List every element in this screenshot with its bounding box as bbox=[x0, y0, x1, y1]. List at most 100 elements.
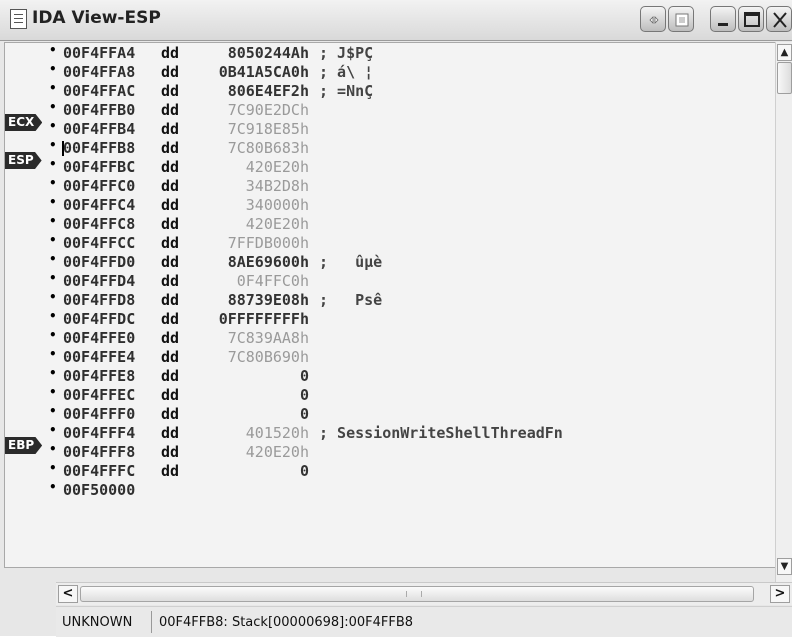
row-value: 0 bbox=[299, 386, 309, 404]
row-address: 00F4FFDC bbox=[63, 310, 136, 328]
listing-row[interactable]: • 00F4FFE0 dd 7C839AA8h bbox=[5, 328, 775, 348]
row-directive: dd bbox=[161, 291, 180, 309]
row-comment: ; J$PÇ bbox=[319, 44, 374, 62]
row-address: 00F4FFC8 bbox=[63, 215, 136, 233]
row-value: 7C839AA8h bbox=[227, 329, 309, 347]
row-address: 00F4FFF4 bbox=[63, 424, 136, 442]
listing-row[interactable]: • 00F4FFB4 dd 7C918E85h bbox=[5, 119, 775, 139]
row-value: 0 bbox=[299, 462, 309, 480]
listing-row[interactable]: • 00F4FFC0 dd 34B2D8h bbox=[5, 176, 775, 196]
listing-row[interactable]: • 00F4FFD4 dd 0F4FFC0h bbox=[5, 271, 775, 291]
line-bullet-icon: • bbox=[49, 404, 57, 418]
listing-row[interactable]: • 00F4FFA8 dd 0B41A5CA0h ; á\ ¦ bbox=[5, 62, 775, 82]
row-value: 7C918E85h bbox=[227, 120, 309, 138]
line-bullet-icon: • bbox=[49, 176, 57, 190]
minimize-icon[interactable] bbox=[710, 6, 736, 32]
row-directive: dd bbox=[161, 101, 180, 119]
listing-row[interactable]: • 00F4FFC8 dd 420E20h bbox=[5, 214, 775, 234]
row-directive: dd bbox=[161, 329, 180, 347]
line-bullet-icon: • bbox=[49, 480, 57, 494]
scroll-up-button[interactable]: ▲ bbox=[777, 44, 792, 61]
row-address: 00F4FFBC bbox=[63, 158, 136, 176]
listing-row[interactable]: • 00F4FFAC dd 806E4EF2h ; =NnÇ bbox=[5, 81, 775, 101]
line-bullet-icon: • bbox=[49, 309, 57, 323]
ebp-register-marker: EBP bbox=[5, 437, 43, 454]
line-bullet-icon: • bbox=[49, 423, 57, 437]
line-bullet-icon: • bbox=[49, 442, 57, 456]
line-bullet-icon: • bbox=[49, 461, 57, 475]
vertical-scrollbar[interactable]: ▲ ▼ bbox=[775, 42, 792, 588]
row-directive: dd bbox=[161, 234, 180, 252]
listing-row[interactable]: • 00F4FFCC dd 7FFDB000h bbox=[5, 233, 775, 253]
row-address: 00F4FFE4 bbox=[63, 348, 136, 366]
row-directive: dd bbox=[161, 158, 180, 176]
navigate-icon[interactable] bbox=[640, 6, 666, 32]
horizontal-scrollbar[interactable]: < > bbox=[56, 582, 792, 605]
listing-row[interactable]: • 00F4FFD0 dd 8AE69600h ; ûµè bbox=[5, 252, 775, 272]
ida-view-window: IDA View-ESP • 00F4FFA4 dd 8050244Ah; J$PÇ •… bbox=[0, 0, 792, 637]
row-directive: dd bbox=[161, 367, 180, 385]
row-address: 00F50000 bbox=[63, 481, 136, 499]
listing-row[interactable]: • 00F4FFFC dd 0 bbox=[5, 461, 775, 481]
line-bullet-icon: • bbox=[49, 366, 57, 380]
listing-row[interactable]: • 00F4FFD8 dd 88739E08h ; Psê bbox=[5, 290, 775, 310]
listing-row[interactable]: • 00F4FFA4 dd 8050244Ah ; J$PÇ bbox=[5, 43, 775, 63]
row-address: 00F4FFE0 bbox=[63, 329, 136, 347]
row-directive: dd bbox=[161, 120, 180, 138]
close-icon[interactable] bbox=[766, 6, 792, 32]
listing-row[interactable]: • 00F4FFDC dd 0FFFFFFFFh bbox=[5, 309, 775, 329]
row-value: 7C90E2DCh bbox=[227, 101, 309, 119]
listing-row[interactable]: • 00F4FFF4 dd 401520h ; SessionWriteShellThr… bbox=[5, 423, 775, 443]
line-bullet-icon: • bbox=[49, 81, 57, 95]
scroll-right-button[interactable]: > bbox=[770, 585, 790, 603]
row-directive: dd bbox=[161, 405, 180, 423]
listing-row[interactable]: • 00F4FFBC dd 420E20h bbox=[5, 157, 775, 177]
row-value: 420E20h bbox=[245, 443, 309, 461]
listing-row[interactable]: • 00F4FFEC dd 0 bbox=[5, 385, 775, 405]
row-value: 0FFFFFFFFh bbox=[218, 310, 309, 328]
listing-row[interactable]: • 00F4FFB8 dd 7C80B683h bbox=[5, 138, 775, 158]
row-value: 7C80B683h bbox=[227, 139, 309, 157]
stack-listing[interactable]: • 00F4FFA4 dd 8050244Ah ; J$PÇ • 00F4FFA8 dd 0B4… bbox=[4, 42, 776, 568]
scroll-left-button[interactable]: < bbox=[58, 585, 78, 603]
line-bullet-icon: • bbox=[49, 214, 57, 228]
row-directive: dd bbox=[161, 177, 180, 195]
restore-icon[interactable] bbox=[668, 6, 694, 32]
row-value: 420E20h bbox=[245, 158, 309, 176]
row-address: 00F4FFC4 bbox=[63, 196, 136, 214]
row-address: 00F4FFAC bbox=[63, 82, 136, 100]
row-directive: dd bbox=[161, 348, 180, 366]
row-comment: ; Psê bbox=[319, 291, 383, 309]
line-bullet-icon: • bbox=[49, 62, 57, 76]
row-address: 00F4FFA4 bbox=[63, 44, 136, 62]
title-bar[interactable]: IDA View-ESP bbox=[0, 0, 792, 41]
listing-row[interactable]: • 00F4FFE4 dd 7C80B690h bbox=[5, 347, 775, 367]
window-title: IDA View-ESP bbox=[32, 8, 161, 28]
row-directive: dd bbox=[161, 462, 180, 480]
line-bullet-icon: • bbox=[49, 271, 57, 285]
listing-row[interactable]: • 00F4FFE8 dd 0 bbox=[5, 366, 775, 386]
listing-row[interactable]: • 00F4FFF8 dd 420E20h bbox=[5, 442, 775, 462]
status-mode: UNKNOWN bbox=[62, 615, 133, 630]
row-comment: ; á\ ¦ bbox=[319, 63, 374, 81]
row-value: 8AE69600h bbox=[227, 253, 309, 271]
row-address: 00F4FFC0 bbox=[63, 177, 136, 195]
row-value: 0F4FFC0h bbox=[236, 272, 309, 290]
line-bullet-icon: • bbox=[49, 157, 57, 171]
row-value: 401520h bbox=[245, 424, 309, 442]
maximize-icon[interactable] bbox=[738, 6, 764, 32]
horizontal-scroll-thumb[interactable] bbox=[80, 586, 754, 602]
listing-row[interactable]: • 00F50000 bbox=[5, 480, 775, 500]
row-directive: dd bbox=[161, 196, 180, 214]
line-bullet-icon: • bbox=[49, 385, 57, 399]
row-value: 34B2D8h bbox=[245, 177, 309, 195]
status-bar: UNKNOWN 00F4FFB8: Stack[00000698]:00F4FF… bbox=[56, 606, 792, 637]
scroll-down-button[interactable]: ▼ bbox=[777, 558, 792, 575]
vertical-scroll-thumb[interactable] bbox=[777, 62, 792, 94]
listing-row[interactable]: • 00F4FFF0 dd 0 bbox=[5, 404, 775, 424]
line-bullet-icon: • bbox=[49, 290, 57, 304]
line-bullet-icon: • bbox=[49, 100, 57, 114]
listing-row[interactable]: • 00F4FFB0 dd 7C90E2DCh bbox=[5, 100, 775, 120]
row-directive: dd bbox=[161, 82, 180, 100]
listing-row[interactable]: • 00F4FFC4 dd 340000h bbox=[5, 195, 775, 215]
